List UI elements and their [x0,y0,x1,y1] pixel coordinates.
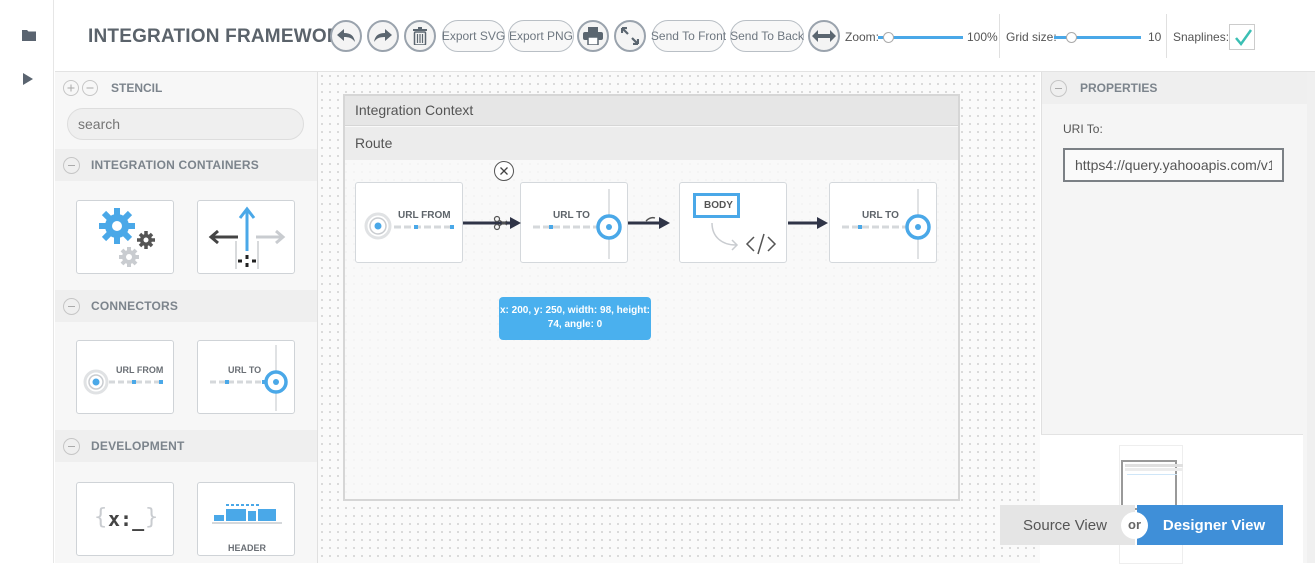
minimap-preview [1125,464,1183,467]
properties-title: PROPERTIES [1080,81,1158,95]
uri-to-label: URI To: [1063,122,1103,136]
minimap-preview [1127,474,1177,475]
link-body-to[interactable] [788,217,828,229]
source-view-button[interactable]: Source View [1000,505,1135,545]
or-badge: or [1121,512,1148,539]
geometry-tooltip: x: 200, y: 250, width: 98, height: 74, a… [499,297,651,340]
minimap-preview [1125,468,1183,471]
link-from-to[interactable] [463,215,521,231]
designer-view-button[interactable]: Designer View [1137,505,1283,545]
link-handle-icon [645,216,656,222]
link-to-body[interactable] [628,216,670,229]
scrollbar[interactable] [1307,72,1315,563]
properties-header[interactable]: PROPERTIES [1042,72,1308,104]
uri-to-input[interactable] [1063,148,1284,182]
minimap-viewport[interactable] [1121,460,1183,510]
collapse-icon [1050,80,1067,97]
